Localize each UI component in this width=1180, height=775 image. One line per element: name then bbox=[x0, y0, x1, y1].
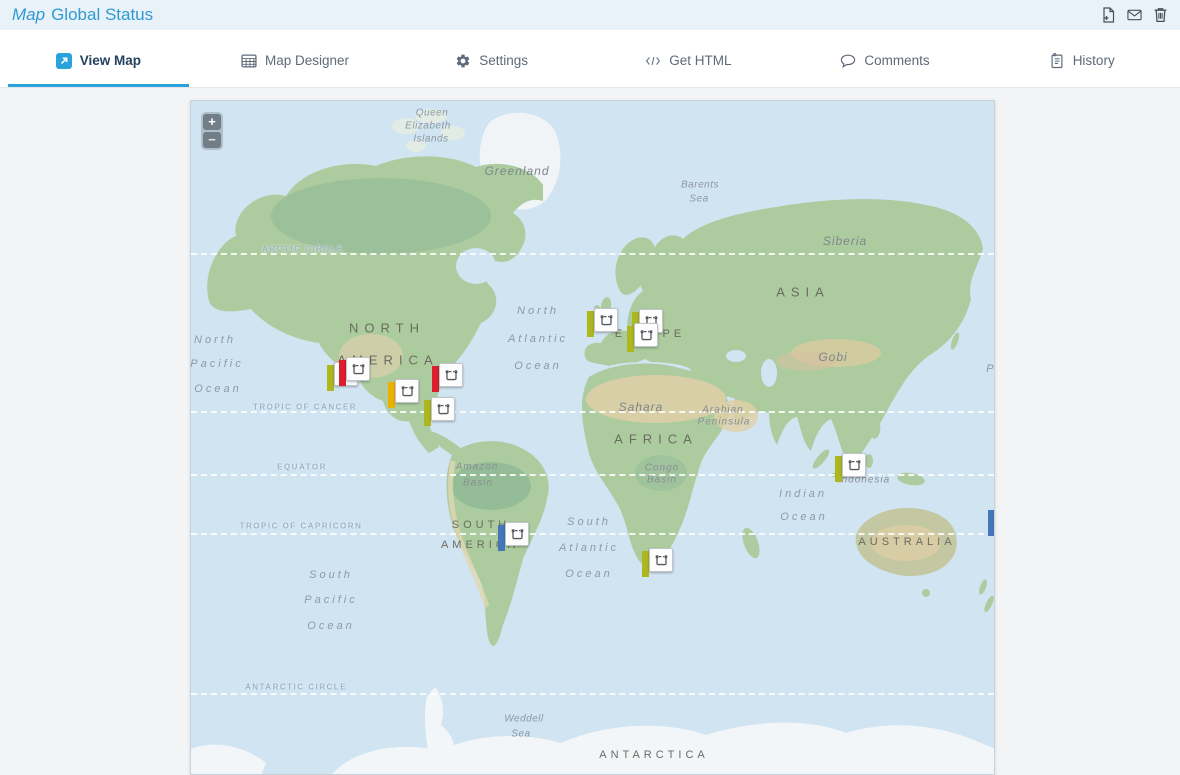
tab-history[interactable]: History bbox=[983, 30, 1180, 87]
map-marker[interactable] bbox=[388, 379, 419, 409]
tab-label: View Map bbox=[80, 53, 141, 68]
marker-tile bbox=[346, 357, 370, 381]
marker-status-bar bbox=[988, 510, 995, 536]
page-title-text: Global Status bbox=[51, 5, 153, 24]
map-marker[interactable] bbox=[432, 363, 463, 393]
tab-label: History bbox=[1073, 53, 1115, 68]
map-marker[interactable] bbox=[498, 522, 529, 552]
view-map-icon bbox=[56, 53, 72, 69]
marker-status-bar bbox=[587, 311, 594, 337]
map-panel[interactable]: QueenElizabethIslandsGreenlandBarentsSea… bbox=[190, 100, 995, 775]
code-icon bbox=[645, 53, 661, 69]
marker-status-bar bbox=[642, 551, 649, 577]
tab-view-map[interactable]: View Map bbox=[0, 30, 197, 87]
marker-status-bar bbox=[498, 525, 505, 551]
map-marker[interactable] bbox=[988, 507, 995, 537]
comment-bubble-icon bbox=[840, 53, 856, 69]
header-actions bbox=[1101, 7, 1168, 23]
app-header: Map Global Status bbox=[0, 0, 1180, 30]
page-title: Map Global Status bbox=[12, 5, 153, 25]
zoom-out-button[interactable]: − bbox=[203, 132, 221, 148]
map-marker[interactable] bbox=[835, 453, 866, 483]
tab-get-html[interactable]: Get HTML bbox=[590, 30, 787, 87]
map-marker[interactable] bbox=[424, 397, 455, 427]
tab-comments[interactable]: Comments bbox=[787, 30, 984, 87]
map-zoom-control: + − bbox=[201, 112, 223, 150]
map-designer-icon bbox=[241, 53, 257, 69]
tab-label: Comments bbox=[864, 53, 929, 68]
tab-label: Map Designer bbox=[265, 53, 349, 68]
trash-icon[interactable] bbox=[1153, 7, 1168, 23]
marker-tile bbox=[395, 379, 419, 403]
marker-status-bar bbox=[432, 366, 439, 392]
tab-label: Get HTML bbox=[669, 53, 731, 68]
map-marker[interactable] bbox=[642, 548, 673, 578]
marker-tile bbox=[842, 453, 866, 477]
marker-status-bar bbox=[627, 326, 634, 352]
marker-tile bbox=[594, 308, 618, 332]
tab-settings[interactable]: Settings bbox=[393, 30, 590, 87]
tab-map-designer[interactable]: Map Designer bbox=[197, 30, 394, 87]
marker-tile bbox=[431, 397, 455, 421]
zoom-in-button[interactable]: + bbox=[203, 114, 221, 130]
marker-status-bar bbox=[388, 382, 395, 408]
tab-label: Settings bbox=[479, 53, 528, 68]
page-title-prefix: Map bbox=[12, 5, 45, 24]
marker-tile bbox=[505, 522, 529, 546]
marker-tile bbox=[439, 363, 463, 387]
history-icon bbox=[1049, 53, 1065, 69]
map-markers bbox=[191, 101, 994, 774]
marker-tile bbox=[649, 548, 673, 572]
marker-status-bar bbox=[327, 365, 334, 391]
map-marker[interactable] bbox=[339, 357, 370, 387]
settings-gear-icon bbox=[455, 53, 471, 69]
map-marker[interactable] bbox=[627, 323, 658, 353]
marker-status-bar bbox=[339, 360, 346, 386]
marker-status-bar bbox=[835, 456, 842, 482]
file-plus-icon[interactable] bbox=[1101, 7, 1116, 23]
map-marker[interactable] bbox=[587, 308, 618, 338]
tab-bar: View Map Map Designer Settings Get HTML Comm… bbox=[0, 30, 1180, 88]
envelope-icon[interactable] bbox=[1127, 7, 1142, 23]
marker-status-bar bbox=[424, 400, 431, 426]
marker-tile bbox=[634, 323, 658, 347]
